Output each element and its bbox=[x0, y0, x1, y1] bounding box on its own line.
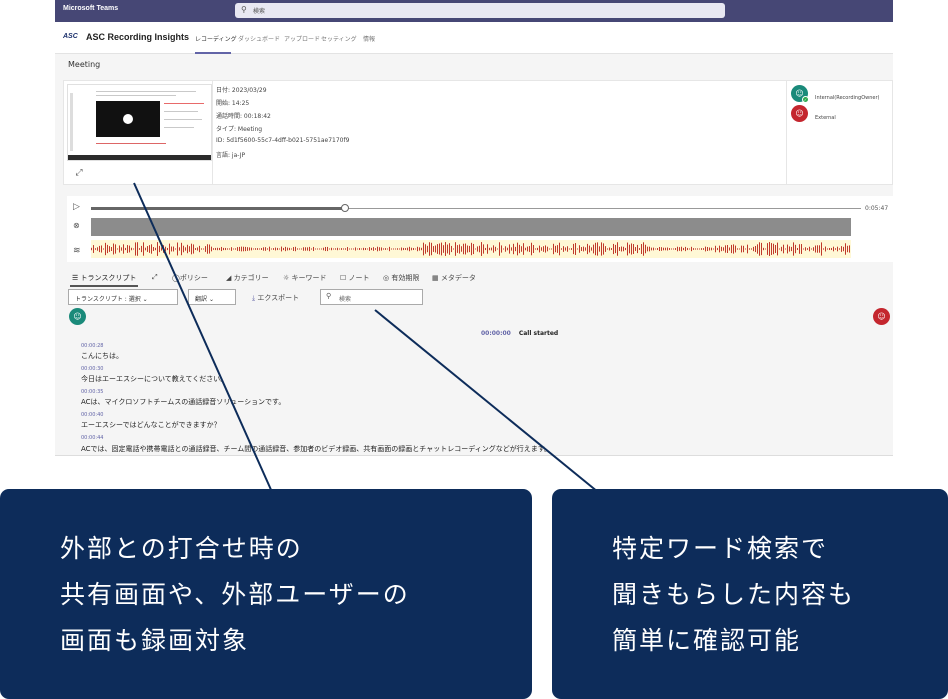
callout-screen-recording: 外部との打合せ時の 共有画面や、外部ユーザーの 画面も録画対象 bbox=[0, 489, 532, 699]
callout-right-line-1: 特定ワード検索で bbox=[612, 534, 829, 563]
stage: { "teams": {"title": "Microsoft Teams", … bbox=[0, 0, 948, 699]
pointer-line-left bbox=[133, 182, 273, 493]
callout-left-line-2: 共有画面や、外部ユーザーの bbox=[60, 580, 410, 609]
callout-right-line-2: 聞きもらした内容も bbox=[612, 580, 856, 609]
callout-right-line-3: 簡単に確認可能 bbox=[612, 626, 802, 655]
callout-keyword-search: 特定ワード検索で 聞きもらした内容も 簡単に確認可能 bbox=[552, 489, 948, 699]
pointer-line-right bbox=[374, 309, 599, 493]
callout-left-line-3: 画面も録画対象 bbox=[60, 626, 250, 655]
callout-left-line-1: 外部との打合せ時の bbox=[60, 534, 303, 563]
